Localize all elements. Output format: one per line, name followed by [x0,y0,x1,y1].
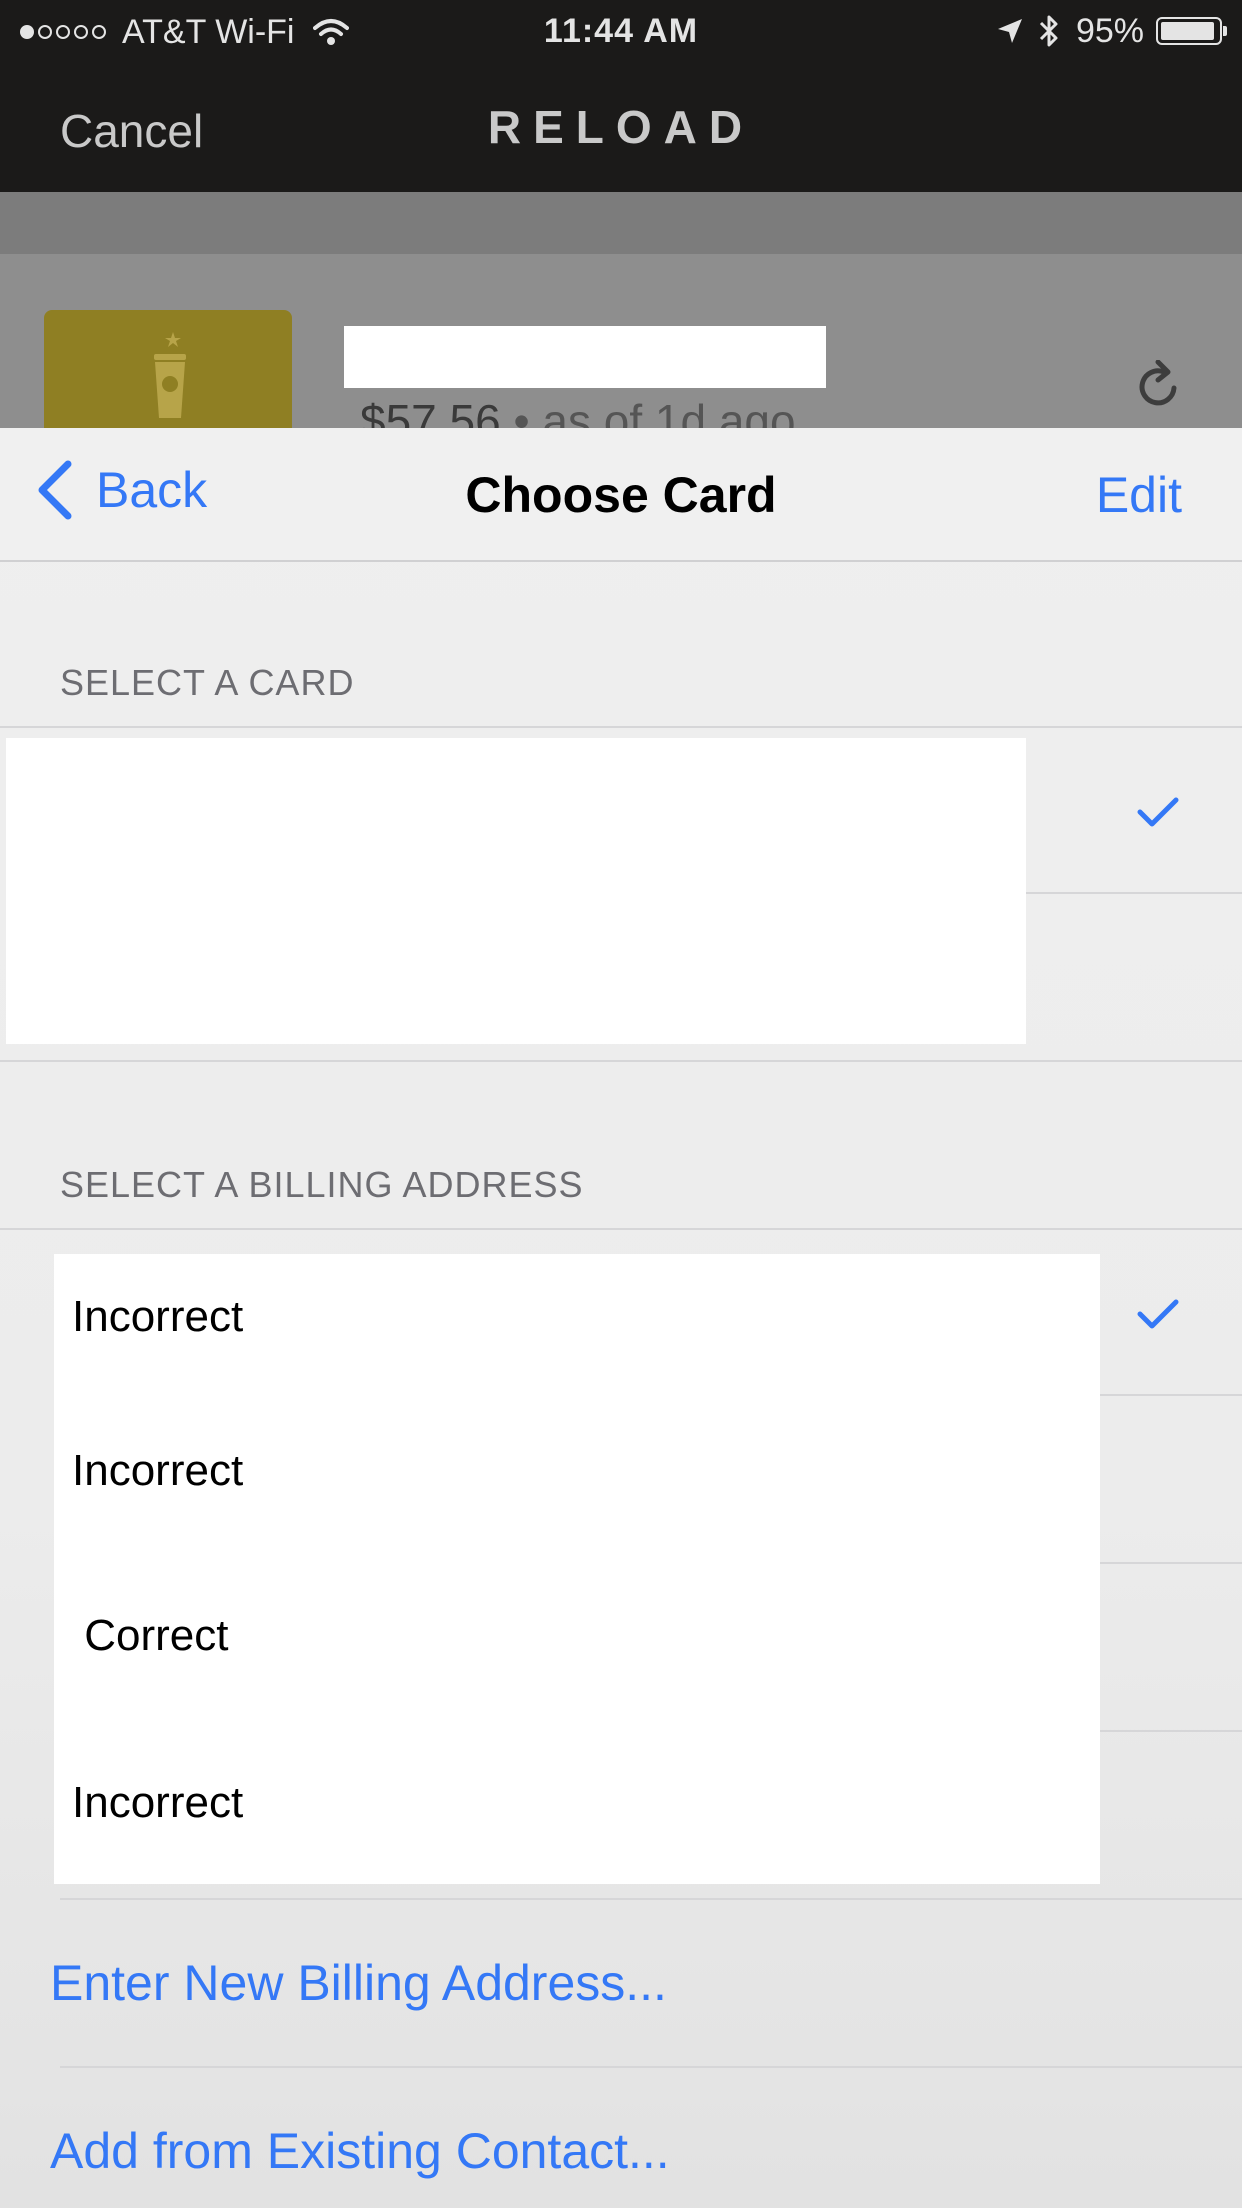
card-balance: $57.56 • as of 1d ago [360,394,796,428]
battery-level-fill [1161,22,1215,40]
reload-title: RELOAD [487,101,755,153]
add-from-existing-contact-button[interactable]: Add from Existing Contact... [50,2122,670,2180]
edit-button[interactable]: Edit [1096,466,1182,524]
dimmed-header-strip [0,192,1242,254]
billing-address-list: Incorrect Incorrect Correct Incorrect [54,1254,1100,1884]
choose-card-nav-bar: Back Choose Card Edit [0,428,1242,562]
billing-address-item[interactable]: Incorrect [72,1778,243,1828]
billing-address-item[interactable]: Incorrect [72,1292,243,1342]
location-arrow-icon [997,19,1022,43]
coffee-cup-icon [154,332,186,418]
divider [60,1898,1242,1900]
bluetooth-icon [1039,15,1058,47]
balance-amount: $57.56 [360,395,501,428]
enter-new-billing-address-button[interactable]: Enter New Billing Address... [50,1954,667,2012]
refresh-icon[interactable] [1136,360,1182,410]
divider [60,2066,1242,2068]
status-right: 95% [982,10,1227,52]
divider [0,726,1242,728]
billing-address-item[interactable]: Correct [72,1611,228,1661]
redacted-card-list[interactable] [6,738,1026,1044]
battery-icon [1156,17,1227,45]
gift-card-thumbnail [44,310,292,428]
divider [1100,1562,1242,1564]
divider [1100,1730,1242,1732]
status-bar: AT&T Wi-Fi 11:44 AM 95% [0,0,1242,62]
divider [0,1228,1242,1230]
divider [1026,892,1242,894]
choose-card-sheet: Back Choose Card Edit SELECT A CARD SELE… [0,428,1242,2208]
checkmark-icon [1137,1299,1179,1329]
balance-age: • as of 1d ago [500,395,796,428]
dimmed-card-summary: $57.56 • as of 1d ago [0,254,1242,428]
select-card-header: SELECT A CARD [60,662,355,703]
redacted-card-name [344,326,826,388]
divider [1100,1394,1242,1396]
checkmark-icon [1137,797,1179,827]
reload-nav-bar: Cancel RELOAD [0,62,1242,192]
page-title: Choose Card [465,467,777,523]
battery-percentage: 95% [1075,11,1144,50]
billing-address-header: SELECT A BILLING ADDRESS [60,1164,584,1205]
billing-address-item[interactable]: Incorrect [72,1446,243,1496]
divider [0,1060,1242,1062]
